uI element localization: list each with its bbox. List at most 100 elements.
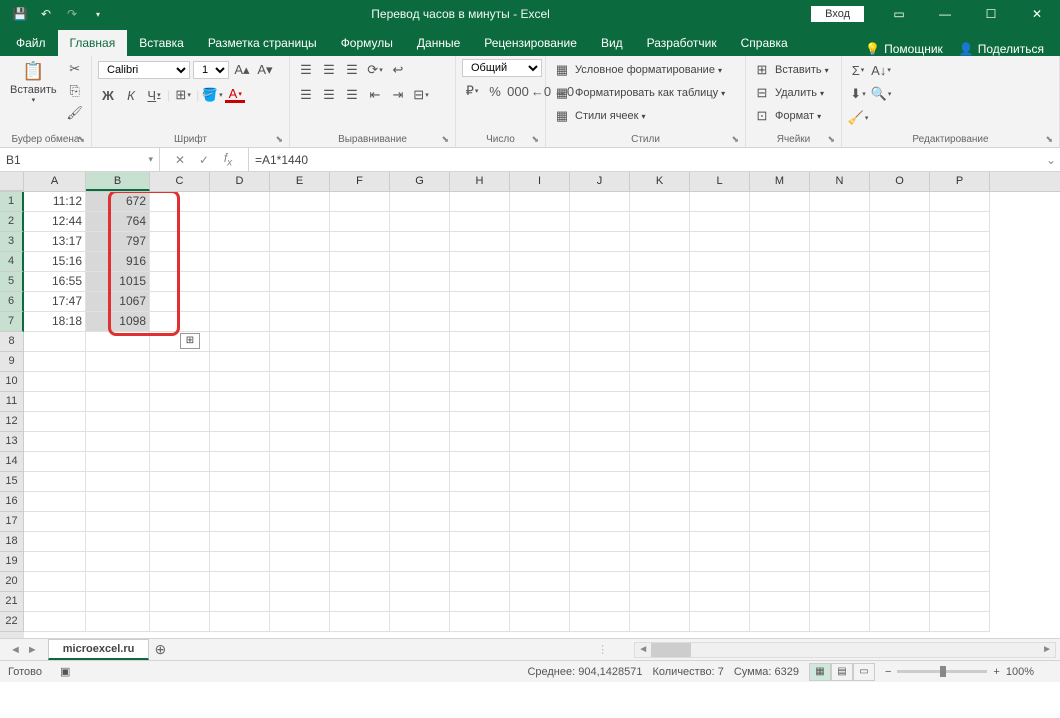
cell[interactable] <box>690 512 750 532</box>
cell[interactable] <box>390 352 450 372</box>
tab-formulas[interactable]: Формулы <box>329 30 405 56</box>
cell[interactable] <box>330 552 390 572</box>
cell[interactable] <box>390 212 450 232</box>
cell[interactable] <box>510 412 570 432</box>
cell[interactable] <box>930 212 990 232</box>
cell[interactable] <box>390 552 450 572</box>
cell[interactable] <box>210 532 270 552</box>
cell[interactable] <box>570 292 630 312</box>
cell[interactable] <box>390 292 450 312</box>
cell[interactable] <box>150 492 210 512</box>
cell[interactable] <box>150 252 210 272</box>
cell[interactable] <box>570 312 630 332</box>
col-header-L[interactable]: L <box>690 172 750 191</box>
cell[interactable] <box>870 252 930 272</box>
cell[interactable] <box>150 552 210 572</box>
cell[interactable] <box>750 372 810 392</box>
cell[interactable] <box>330 592 390 612</box>
cell[interactable] <box>510 352 570 372</box>
col-header-I[interactable]: I <box>510 172 570 191</box>
cell[interactable] <box>810 352 870 372</box>
cell[interactable] <box>150 412 210 432</box>
align-top-icon[interactable]: ☰ <box>296 60 316 80</box>
cell[interactable] <box>930 232 990 252</box>
cell[interactable] <box>330 532 390 552</box>
cell[interactable] <box>810 612 870 632</box>
cell[interactable] <box>690 352 750 372</box>
cell[interactable] <box>570 252 630 272</box>
cell[interactable] <box>930 252 990 272</box>
cell[interactable]: 18:18 <box>24 312 86 332</box>
cell[interactable] <box>930 512 990 532</box>
col-header-E[interactable]: E <box>270 172 330 191</box>
cell[interactable] <box>510 312 570 332</box>
cell[interactable] <box>870 312 930 332</box>
enter-formula-icon[interactable]: ✓ <box>194 153 214 167</box>
cell[interactable] <box>690 252 750 272</box>
cell[interactable] <box>930 392 990 412</box>
cell[interactable] <box>450 512 510 532</box>
page-break-view-icon[interactable]: ▭ <box>853 663 875 681</box>
cell[interactable] <box>930 592 990 612</box>
cell[interactable] <box>750 232 810 252</box>
cell[interactable]: 13:17 <box>24 232 86 252</box>
cell[interactable] <box>450 472 510 492</box>
cell[interactable] <box>930 492 990 512</box>
clear-icon[interactable]: 🧹 <box>848 108 868 128</box>
cell[interactable] <box>930 372 990 392</box>
cell[interactable] <box>510 392 570 412</box>
cell[interactable] <box>150 372 210 392</box>
cell[interactable] <box>24 592 86 612</box>
tab-home[interactable]: Главная <box>58 30 128 56</box>
cell[interactable] <box>750 352 810 372</box>
sort-filter-icon[interactable]: A↓ <box>871 60 891 80</box>
cell[interactable] <box>810 192 870 212</box>
cell[interactable] <box>870 452 930 472</box>
cell[interactable] <box>86 392 150 412</box>
cell[interactable] <box>24 532 86 552</box>
cell[interactable] <box>690 412 750 432</box>
row-header[interactable]: 8 <box>0 332 24 352</box>
cell[interactable] <box>750 592 810 612</box>
zoom-in-icon[interactable]: + <box>993 666 999 678</box>
cell[interactable] <box>86 492 150 512</box>
row-header[interactable]: 9 <box>0 352 24 372</box>
cell[interactable] <box>270 492 330 512</box>
cell[interactable]: 916 <box>86 252 150 272</box>
cell[interactable] <box>750 312 810 332</box>
cell[interactable] <box>330 572 390 592</box>
cell[interactable] <box>570 492 630 512</box>
number-format-select[interactable]: Общий <box>462 59 542 77</box>
cell[interactable] <box>330 372 390 392</box>
row-header[interactable]: 22 <box>0 612 24 632</box>
cell[interactable] <box>870 552 930 572</box>
cell[interactable] <box>570 192 630 212</box>
scroll-thumb[interactable] <box>651 643 691 657</box>
tab-layout[interactable]: Разметка страницы <box>196 30 329 56</box>
cell[interactable] <box>270 232 330 252</box>
cell[interactable] <box>750 332 810 352</box>
row-header[interactable]: 21 <box>0 592 24 612</box>
col-header-D[interactable]: D <box>210 172 270 191</box>
row-header[interactable]: 20 <box>0 572 24 592</box>
row-header[interactable]: 3 <box>0 232 24 252</box>
cell[interactable] <box>270 212 330 232</box>
cell[interactable] <box>870 392 930 412</box>
cell[interactable] <box>870 192 930 212</box>
cell[interactable] <box>810 592 870 612</box>
cell[interactable] <box>630 272 690 292</box>
format-as-table-button[interactable]: ▦Форматировать как таблицу▾ <box>552 82 725 104</box>
cell[interactable] <box>630 432 690 452</box>
cell[interactable] <box>870 272 930 292</box>
align-bottom-icon[interactable]: ☰ <box>342 60 362 80</box>
cell[interactable] <box>930 572 990 592</box>
cell[interactable] <box>330 192 390 212</box>
autofill-options-icon[interactable]: ⊞ <box>180 333 200 349</box>
cell[interactable] <box>270 512 330 532</box>
cell[interactable]: 797 <box>86 232 150 252</box>
cell[interactable] <box>570 592 630 612</box>
cell[interactable] <box>750 412 810 432</box>
cell[interactable] <box>630 532 690 552</box>
close-icon[interactable]: ✕ <box>1014 0 1060 28</box>
cell[interactable] <box>390 572 450 592</box>
